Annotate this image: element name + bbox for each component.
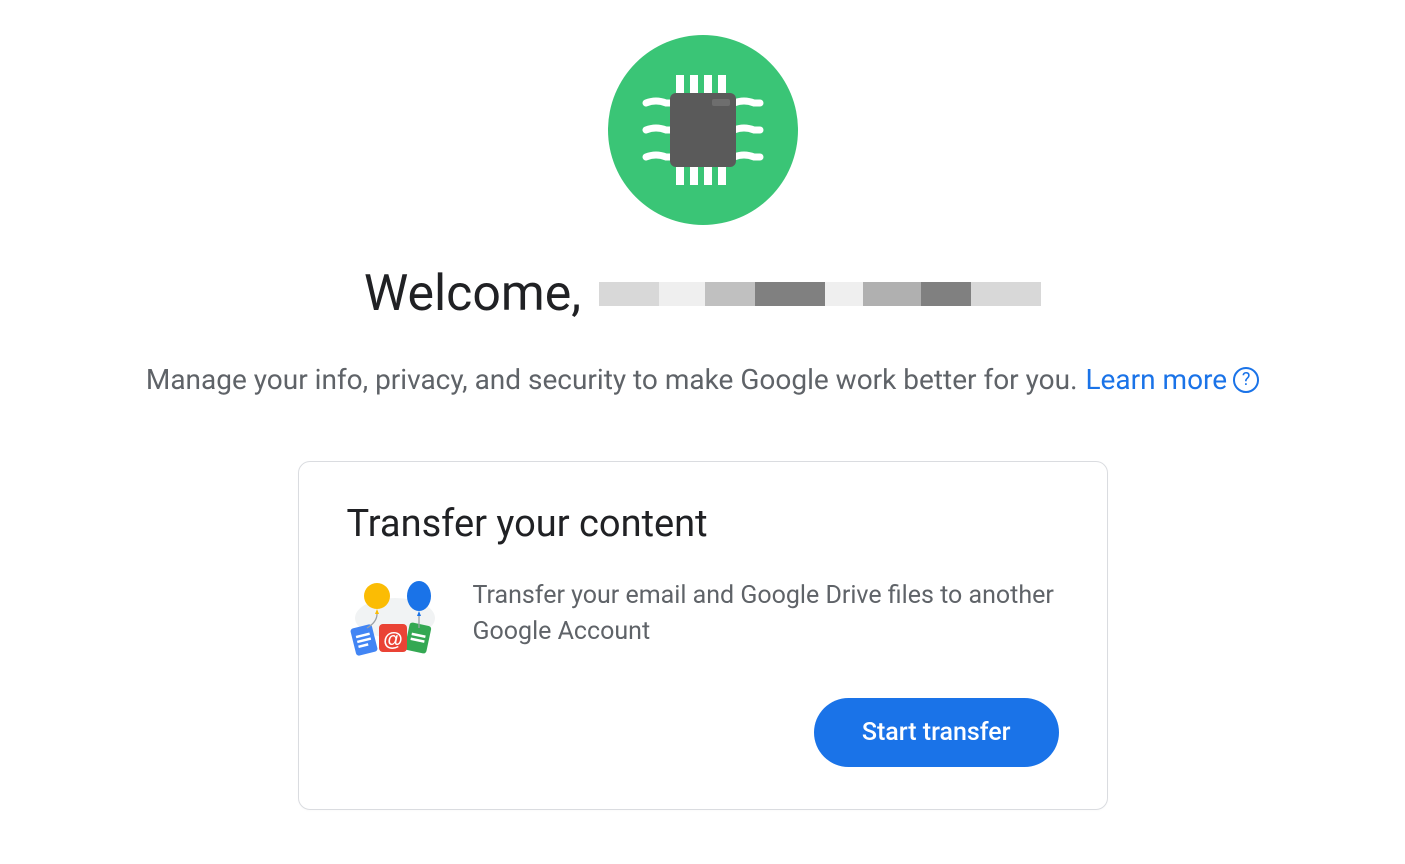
avatar <box>608 35 798 225</box>
welcome-heading: Welcome, <box>364 265 1041 323</box>
chip-icon <box>638 65 768 195</box>
subtitle: Manage your info, privacy, and security … <box>146 363 1259 396</box>
help-circle-icon: ? <box>1233 367 1259 393</box>
learn-more-label: Learn more <box>1085 363 1227 396</box>
learn-more-link[interactable]: Learn more ? <box>1085 363 1259 396</box>
welcome-prefix: Welcome, <box>364 265 581 323</box>
card-description: Transfer your email and Google Drive fil… <box>473 578 1059 651</box>
start-transfer-button[interactable]: Start transfer <box>814 698 1059 767</box>
subtitle-text: Manage your info, privacy, and security … <box>146 363 1078 396</box>
redacted-username <box>599 269 1041 319</box>
card-title: Transfer your content <box>347 502 1059 546</box>
transfer-content-card: Transfer your content <box>298 461 1108 810</box>
balloons-files-icon: @ <box>347 578 443 664</box>
svg-text:@: @ <box>383 629 403 651</box>
